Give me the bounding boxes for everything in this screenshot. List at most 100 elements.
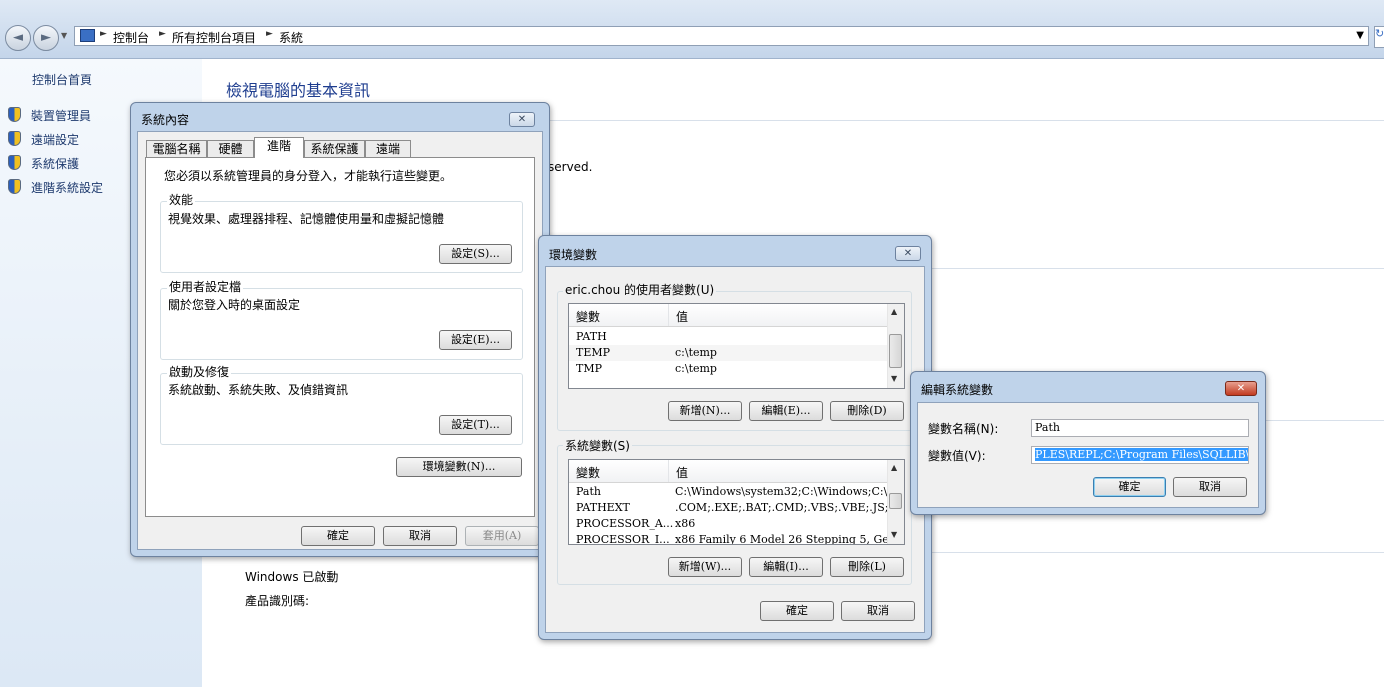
uac-shield-icon [8,131,21,146]
apply-button[interactable]: 套用(A) [465,526,539,546]
vertical-scrollbar[interactable]: ▲ ▼ [887,304,904,388]
close-icon[interactable]: ✕ [1225,381,1257,396]
group-description: 系統啟動、系統失敗、及偵錯資訊 [168,383,349,397]
system-properties-dialog: 系統內容 ✕ 電腦名稱 硬體 進階 系統保護 遠端 您必須以系統管理員的身分登入… [130,102,550,557]
ok-button[interactable]: 確定 [301,526,375,546]
variable-value-field[interactable]: PLES\REPL;C:\Program Files\SQLLIB\HELP [1031,446,1249,464]
scroll-up-arrow-icon[interactable]: ▲ [891,307,897,316]
list-row[interactable]: PATH [569,329,890,345]
ok-button[interactable]: 確定 [1093,477,1166,497]
var-name: PATHEXT [576,501,630,514]
cancel-button[interactable]: 取消 [841,601,915,621]
forward-button[interactable]: ► [33,25,59,51]
variable-name-label: 變數名稱(N): [928,422,999,436]
close-icon[interactable]: ✕ [895,246,921,261]
breadcrumb-arrow-icon[interactable]: ► [266,29,273,39]
breadcrumb-control-panel[interactable]: 控制台 [113,29,149,46]
column-header-variable[interactable]: 變數 [576,464,600,481]
list-row[interactable]: PROCESSOR_I... x86 Family 6 Model 26 Ste… [569,532,904,545]
list-header: 變數 值 [569,304,890,327]
cancel-button[interactable]: 取消 [1173,477,1247,497]
uac-shield-icon [8,107,21,122]
environment-variables-button[interactable]: 環境變數(N)... [396,457,522,477]
copyright-text-fragment: served. [548,160,593,174]
list-row[interactable]: TMP c:\temp [569,361,890,377]
new-system-variable-button[interactable]: 新增(W)... [668,557,742,577]
tab-hardware[interactable]: 硬體 [207,140,254,158]
delete-system-variable-button[interactable]: 刪除(L) [830,557,904,577]
column-header-variable[interactable]: 變數 [576,308,600,325]
admin-notice: 您必須以系統管理員的身分登入，才能執行這些變更。 [164,169,453,183]
scroll-down-arrow-icon[interactable]: ▼ [891,374,897,383]
scroll-thumb[interactable] [889,493,902,509]
list-row[interactable]: PATHEXT .COM;.EXE;.BAT;.CMD;.VBS;.VBE;.J… [569,500,899,516]
breadcrumb-all-items[interactable]: 所有控制台項目 [172,29,256,46]
control-panel-icon [80,29,95,42]
refresh-icon[interactable]: ↻ [1374,26,1384,48]
dialog-client-area: 電腦名稱 硬體 進階 系統保護 遠端 您必須以系統管理員的身分登入，才能執行這些… [137,131,543,550]
tab-panel: 您必須以系統管理員的身分登入，才能執行這些變更。 效能 視覺效果、處理器排程、記… [145,157,535,517]
uac-shield-icon [8,155,21,170]
new-user-variable-button[interactable]: 新增(N)... [668,401,742,421]
link-label: 系統保護 [31,157,80,171]
scroll-down-arrow-icon[interactable]: ▼ [891,530,897,539]
scroll-up-arrow-icon[interactable]: ▲ [891,463,897,472]
back-button[interactable]: ◄ [5,25,31,51]
vertical-scrollbar[interactable]: ▲ ▼ [887,460,904,544]
var-value: C:\Windows\system32;C:\Windows;C:\W... [675,485,905,498]
group-label: 效能 [167,191,196,208]
dialog-client-area: eric.chou 的使用者變數(U) 變數 值 PATH TEMP c:\te… [545,266,925,633]
dialog-title: 環境變數 [549,248,598,262]
tab-system-protection[interactable]: 系統保護 [304,140,365,158]
var-name: TMP [576,362,603,375]
breadcrumb-arrow-icon[interactable]: ► [100,29,107,39]
var-value: x86 [675,517,696,530]
group-label: 系統變數(S) [563,437,632,454]
group-description: 關於您登入時的桌面設定 [168,298,301,312]
tab-remote[interactable]: 遠端 [365,140,411,158]
delete-user-variable-button[interactable]: 刪除(D) [830,401,904,421]
variable-value-label: 變數值(V): [928,449,986,463]
var-value: c:\temp [675,362,717,375]
recent-pages-chevron-icon[interactable]: ▼ [61,31,67,40]
cancel-button[interactable]: 取消 [383,526,457,546]
close-icon[interactable]: ✕ [509,112,535,127]
address-bar[interactable]: ► 控制台 ► 所有控制台項目 ► 系統 ▼ [74,26,1369,46]
var-value: c:\temp [675,346,717,359]
dialog-client-area: 變數名稱(N): Path 變數值(V): PLES\REPL;C:\Progr… [917,402,1259,508]
link-label: 遠端設定 [31,133,80,147]
list-row[interactable]: TEMP c:\temp [569,345,890,361]
tab-advanced[interactable]: 進階 [254,137,304,158]
breadcrumb-system[interactable]: 系統 [279,29,303,46]
var-name: PROCESSOR_I... [576,533,670,545]
performance-settings-button[interactable]: 設定(S)... [439,244,512,264]
var-name: PATH [576,330,607,343]
user-variables-list[interactable]: 變數 值 PATH TEMP c:\temp TMP c:\temp ▲ ▼ [568,303,905,389]
column-header-value[interactable]: 值 [676,308,688,325]
variable-name-field[interactable]: Path [1031,419,1249,437]
ok-button[interactable]: 確定 [760,601,834,621]
var-name: TEMP [576,346,611,359]
group-description: 視覺效果、處理器排程、記憶體使用量和虛擬記憶體 [168,212,445,226]
list-row[interactable]: Path C:\Windows\system32;C:\Windows;C:\W… [569,484,904,500]
tab-computer-name[interactable]: 電腦名稱 [146,140,207,158]
user-profiles-settings-button[interactable]: 設定(E)... [439,330,512,350]
breadcrumb-arrow-icon[interactable]: ► [159,29,166,39]
column-header-value[interactable]: 值 [676,464,688,481]
uac-shield-icon [8,179,21,194]
control-panel-home-link[interactable]: 控制台首頁 [32,71,92,88]
page-title: 檢視電腦的基本資訊 [226,81,371,100]
field-value-selected: PLES\REPL;C:\Program Files\SQLLIB\HELP [1035,448,1248,461]
group-label: eric.chou 的使用者變數(U) [563,281,717,298]
edit-system-variable-button[interactable]: 編輯(I)... [749,557,823,577]
edit-system-variable-dialog: 編輯系統變數 ✕ 變數名稱(N): Path 變數值(V): PLES\REPL… [910,371,1266,515]
column-separator [668,304,669,326]
address-dropdown-icon[interactable]: ▼ [1356,30,1364,41]
scroll-thumb[interactable] [889,334,902,368]
system-variables-list[interactable]: 變數 值 Path C:\Windows\system32;C:\Windows… [568,459,905,545]
startup-recovery-settings-button[interactable]: 設定(T)... [439,415,512,435]
link-label: 進階系統設定 [31,181,104,195]
group-label: 啟動及修復 [167,363,232,380]
list-row[interactable]: PROCESSOR_A... x86 [569,516,890,532]
edit-user-variable-button[interactable]: 編輯(E)... [749,401,823,421]
